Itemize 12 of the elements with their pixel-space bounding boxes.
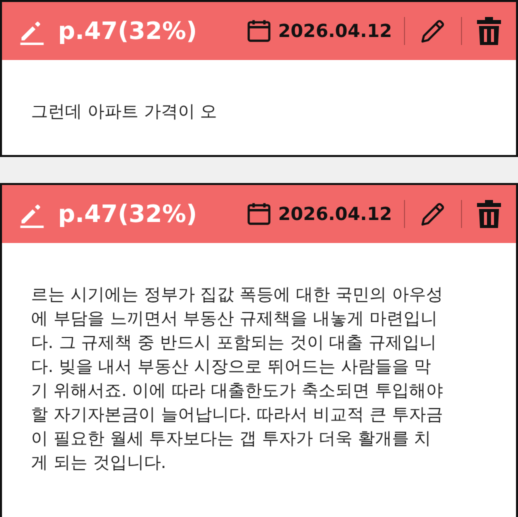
calendar-icon — [246, 18, 272, 44]
note-date: 2026.04.12 — [278, 202, 392, 226]
note-text: 르는 시기에는 정부가 집값 폭등에 대한 국민의 아우성에 부담을 느끼면서 부동산 규제책을 내놓게 마련입니다. 그 규제책 중 반드시 포함되는 것이 대출 규제입니다. 빚을 내서 부동산 시장으로 뛰어드는 사람들을 막기 위해서죠. 이에 따라 대출한도가 축소되면 투입해야 할 자기자본금이 늘어납니다. 따라서 비교적 큰 투자금이 필요한 월세 투자보다는 갭 투자가 더욱 활개를 치게 되는 것입니다. — [30, 284, 444, 475]
trash-icon — [476, 16, 502, 46]
pencil-icon — [419, 17, 447, 45]
calendar-icon — [246, 201, 272, 227]
note-date: 2026.04.12 — [278, 20, 392, 44]
trash-icon — [476, 199, 502, 229]
pencil-icon — [419, 200, 447, 228]
note-text: 그런데 아파트 가격이 오 — [30, 101, 218, 124]
delete-button[interactable] — [474, 197, 504, 231]
delete-button[interactable] — [474, 14, 504, 48]
